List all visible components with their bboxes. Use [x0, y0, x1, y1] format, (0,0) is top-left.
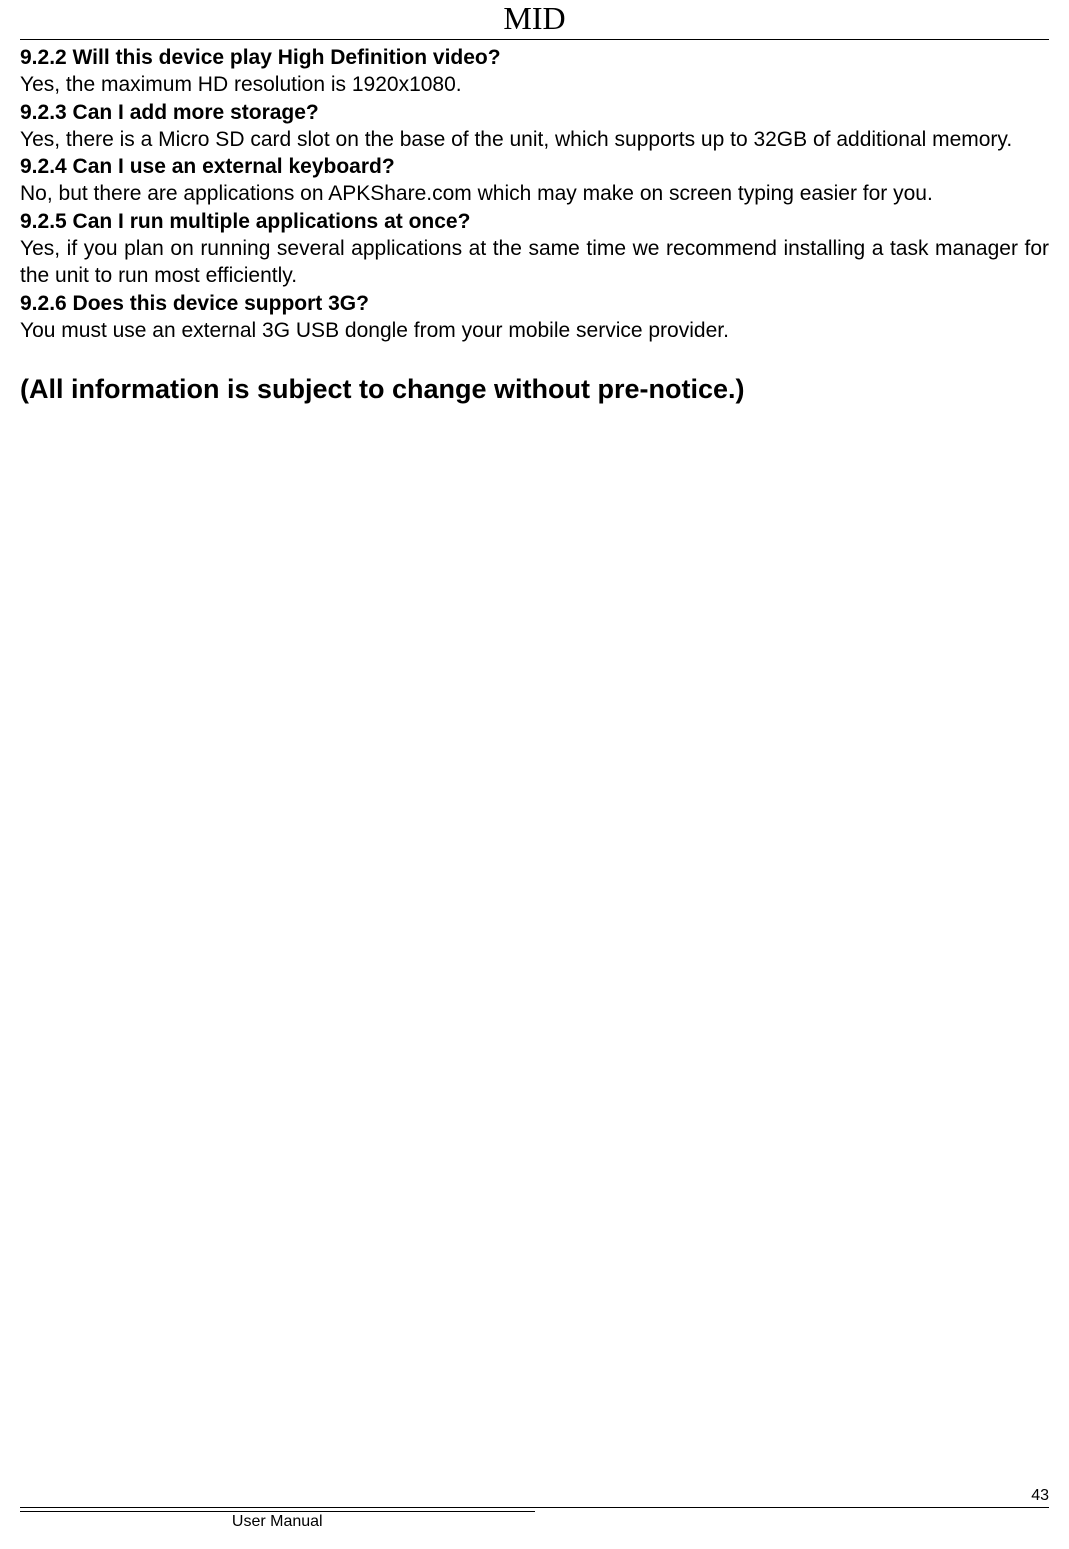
faq-answer: Yes, if you plan on running several appl…	[20, 235, 1049, 290]
faq-question: 9.2.2 Will this device play High Definit…	[20, 44, 1049, 71]
faq-question: 9.2.6 Does this device support 3G?	[20, 290, 1049, 317]
footer-text: User Manual	[20, 1513, 535, 1531]
faq-item: 9.2.4 Can I use an external keyboard? No…	[20, 153, 1049, 208]
page-content: 9.2.2 Will this device play High Definit…	[0, 40, 1069, 407]
footer-row: User Manual	[20, 1508, 1049, 1531]
notice-text: (All information is subject to change wi…	[20, 372, 1049, 407]
faq-answer: You must use an external 3G USB dongle f…	[20, 317, 1049, 344]
faq-item: 9.2.2 Will this device play High Definit…	[20, 44, 1049, 99]
faq-question: 9.2.3 Can I add more storage?	[20, 99, 1049, 126]
page-header: MID	[0, 0, 1069, 39]
footer-divider-half	[20, 1511, 535, 1512]
page-footer: 43 User Manual	[20, 1507, 1049, 1531]
faq-answer: Yes, there is a Micro SD card slot on th…	[20, 126, 1049, 153]
faq-question: 9.2.4 Can I use an external keyboard?	[20, 153, 1049, 180]
faq-item: 9.2.5 Can I run multiple applications at…	[20, 208, 1049, 290]
page-number: 43	[1031, 1487, 1049, 1505]
faq-answer: Yes, the maximum HD resolution is 1920x1…	[20, 71, 1049, 98]
faq-question: 9.2.5 Can I run multiple applications at…	[20, 208, 1049, 235]
header-title: MID	[503, 0, 565, 39]
faq-item: 9.2.3 Can I add more storage? Yes, there…	[20, 99, 1049, 154]
footer-divider-full	[20, 1507, 1049, 1508]
footer-left: User Manual	[20, 1508, 535, 1531]
faq-answer: No, but there are applications on APKSha…	[20, 180, 1049, 207]
faq-item: 9.2.6 Does this device support 3G? You m…	[20, 290, 1049, 345]
